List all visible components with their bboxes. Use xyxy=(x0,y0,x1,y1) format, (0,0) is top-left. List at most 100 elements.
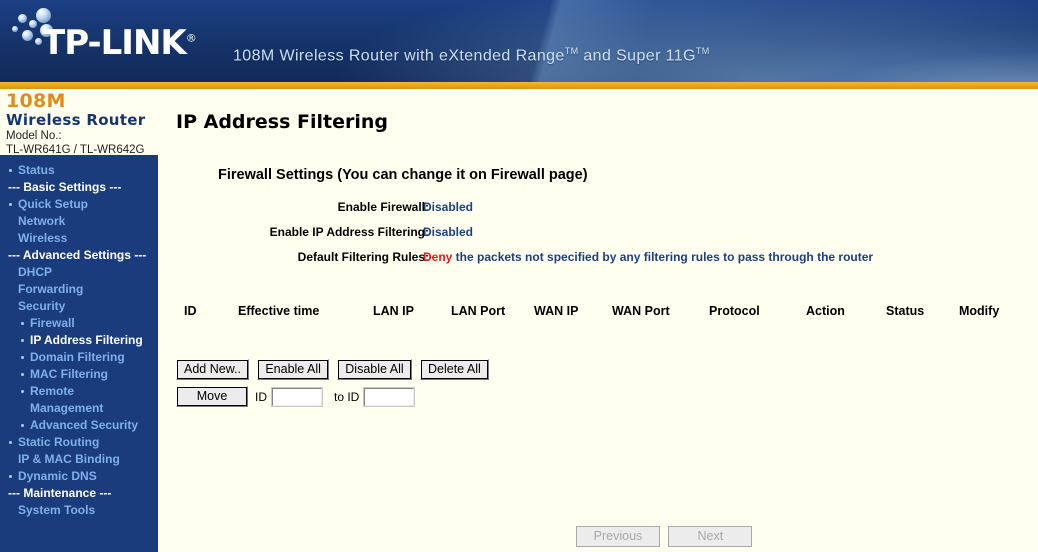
tagline-part-2: and Super 11G xyxy=(578,47,696,65)
page-title: IP Address Filtering xyxy=(176,111,388,133)
sidebar-item-domain-filtering[interactable]: Domain Filtering xyxy=(0,349,158,366)
sidebar-item-advanced-security[interactable]: Advanced Security xyxy=(0,417,158,434)
sidebar: 108M Wireless Router Model No.: TL-WR641… xyxy=(0,89,158,552)
sidebar-item-label: Quick Setup xyxy=(18,197,89,211)
sidebar-item-ip-address-filtering[interactable]: IP Address Filtering xyxy=(0,332,158,349)
bullet-icon xyxy=(21,356,24,359)
model-speed-label: 108M xyxy=(6,90,66,112)
setting-row-enable-ip-filtering: Enable IP Address Filtering: Disabled xyxy=(158,222,1018,243)
table-column-header-effective-time: Effective time xyxy=(238,304,320,318)
sidebar-item-dynamic-dns[interactable]: Dynamic DNS xyxy=(0,468,158,485)
bullet-icon xyxy=(21,322,24,325)
bullet-icon xyxy=(9,441,12,444)
table-column-header-lan-port: LAN Port xyxy=(451,304,506,318)
pagination-row: Previous Next xyxy=(576,526,757,547)
table-column-header-lan-ip: LAN IP xyxy=(373,304,414,318)
default-rule-text: the packets not specified by any filteri… xyxy=(452,250,874,264)
next-page-button[interactable]: Next xyxy=(668,526,753,547)
previous-page-button[interactable]: Previous xyxy=(576,526,660,547)
trademark-icon-1: TM xyxy=(564,46,579,56)
sidebar-item-dhcp[interactable]: DHCP xyxy=(0,264,158,281)
sidebar-item-label: Wireless xyxy=(18,231,68,245)
sidebar-item-mac-filtering[interactable]: MAC Filtering xyxy=(0,366,158,383)
brand-text: TP-LINK xyxy=(42,23,187,63)
sidebar-item-label: --- Advanced Settings --- xyxy=(8,248,147,262)
sidebar-menu: Status --- Basic Settings --- Quick Setup N… xyxy=(0,155,158,519)
firewall-settings-heading: Firewall Settings (You can change it on … xyxy=(218,167,588,183)
table-column-header-status: Status xyxy=(886,304,925,318)
sidebar-item-forwarding[interactable]: Forwarding xyxy=(0,281,158,298)
sidebar-item-label: MAC Filtering xyxy=(30,367,108,381)
sidebar-item-label: Static Routing xyxy=(18,435,100,449)
table-column-header-wan-ip: WAN IP xyxy=(534,304,579,318)
sidebar-item-label: IP Address Filtering xyxy=(30,333,143,347)
sidebar-item-label: Security xyxy=(18,299,66,313)
table-column-header-protocol: Protocol xyxy=(709,304,760,318)
sidebar-item-label: DHCP xyxy=(18,265,53,279)
main-content: IP Address Filtering Firewall Settings (… xyxy=(158,89,1038,552)
sidebar-item-wireless[interactable]: Wireless xyxy=(0,230,158,247)
deny-keyword: Deny xyxy=(423,250,453,264)
sidebar-item-label: Status xyxy=(18,163,55,177)
banner-tagline: 108M Wireless Router with eXtended Range… xyxy=(233,46,710,65)
model-type-label: Wireless Router xyxy=(6,111,146,129)
enable-ip-filtering-value: Disabled xyxy=(423,225,474,239)
enable-firewall-label: Enable Firewall: xyxy=(337,200,429,214)
bulk-action-button-row: Add New.. Enable All Disable All Delete … xyxy=(176,359,494,380)
disable-all-button[interactable]: Disable All xyxy=(337,359,412,380)
move-to-id-input[interactable] xyxy=(363,386,416,407)
sidebar-section-maintenance: --- Maintenance --- xyxy=(0,485,158,502)
default-filtering-rules-value: Deny the packets not specified by any fi… xyxy=(423,247,873,268)
header-banner: TP-LINK® 108M Wireless Router with eXten… xyxy=(0,0,1038,82)
sidebar-item-label: --- Maintenance --- xyxy=(8,486,112,500)
sidebar-section-advanced-settings: --- Advanced Settings --- xyxy=(0,247,158,264)
table-column-header-wan-port: WAN Port xyxy=(612,304,670,318)
sidebar-item-security[interactable]: Security xyxy=(0,298,158,315)
sidebar-item-ip-mac-binding[interactable]: IP & MAC Binding xyxy=(0,451,158,468)
add-new-button[interactable]: Add New.. xyxy=(176,359,249,380)
sidebar-item-quick-setup[interactable]: Quick Setup xyxy=(0,196,158,213)
sidebar-item-network[interactable]: Network xyxy=(0,213,158,230)
sidebar-item-label: Dynamic DNS xyxy=(18,469,97,483)
sidebar-item-label: Network xyxy=(18,214,66,228)
setting-row-enable-firewall: Enable Firewall: Disabled xyxy=(158,197,1018,218)
sidebar-item-label: Remote xyxy=(30,384,75,398)
filtering-rules-table-header: ID Effective time LAN IP LAN Port WAN IP WAN … xyxy=(176,304,1016,328)
sidebar-item-label: Firewall xyxy=(30,316,75,330)
table-column-header-modify: Modify xyxy=(959,304,1000,318)
registered-mark-icon: ® xyxy=(185,31,197,45)
bullet-icon xyxy=(21,390,24,393)
enable-ip-filtering-label: Enable IP Address Filtering: xyxy=(269,225,429,239)
sidebar-item-remote[interactable]: Remote xyxy=(0,383,158,400)
sidebar-item-management[interactable]: Management xyxy=(0,400,158,417)
sidebar-item-firewall[interactable]: Firewall xyxy=(0,315,158,332)
enable-all-button[interactable]: Enable All xyxy=(257,359,329,380)
banner-swoosh-decoration xyxy=(518,0,1038,82)
router-admin-page: TP-LINK® 108M Wireless Router with eXten… xyxy=(0,0,1038,552)
sidebar-item-label: Forwarding xyxy=(18,282,84,296)
table-column-header-action: Action xyxy=(806,304,845,318)
default-filtering-rules-label: Default Filtering Rules: xyxy=(297,250,429,264)
model-no-value: TL-WR641G / TL-WR642G xyxy=(6,144,145,156)
move-to-id-label: to ID xyxy=(334,389,360,404)
tp-link-wordmark: TP-LINK® xyxy=(42,23,197,63)
sidebar-item-label: Domain Filtering xyxy=(30,350,125,364)
sidebar-item-static-routing[interactable]: Static Routing xyxy=(0,434,158,451)
move-id-label: ID xyxy=(255,389,267,404)
sidebar-item-label: System Tools xyxy=(18,503,96,517)
bullet-icon xyxy=(9,169,12,172)
delete-all-button[interactable]: Delete All xyxy=(420,359,489,380)
table-column-header-id: ID xyxy=(184,304,197,318)
bullet-icon xyxy=(21,373,24,376)
model-no-label: Model No.: xyxy=(6,130,62,142)
setting-row-default-rules: Default Filtering Rules: Deny the packet… xyxy=(158,247,1018,268)
move-rule-row: Move ID to ID xyxy=(176,386,416,407)
sidebar-item-status[interactable]: Status xyxy=(0,162,158,179)
sidebar-item-system-tools[interactable]: System Tools xyxy=(0,502,158,519)
sidebar-item-label: Management xyxy=(30,401,104,415)
bullet-icon xyxy=(21,424,24,427)
move-button[interactable]: Move xyxy=(176,386,248,407)
move-id-input[interactable] xyxy=(271,386,323,407)
tagline-part-1: 108M Wireless Router with eXtended Range xyxy=(233,47,565,65)
sidebar-item-label: IP & MAC Binding xyxy=(18,452,120,466)
